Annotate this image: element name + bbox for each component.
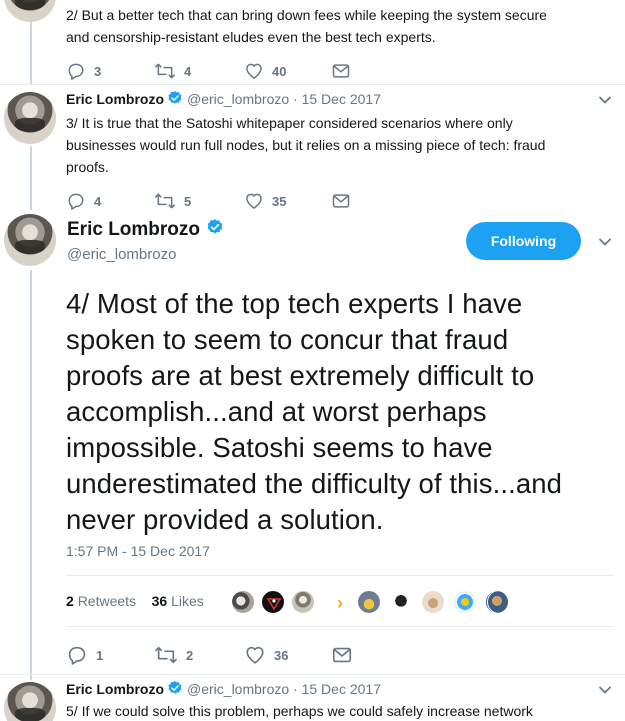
author-name[interactable]: Eric Lombrozo: [66, 681, 164, 697]
retweet-icon: [154, 191, 176, 211]
retweet-icon: [154, 61, 176, 81]
message-icon: [331, 61, 351, 81]
like-count: 36: [274, 647, 289, 663]
retweet-count: 4: [184, 63, 192, 79]
author-handle[interactable]: @eric_lombrozo: [67, 246, 176, 263]
tweet-actions: 1 2 36: [66, 645, 386, 665]
following-button[interactable]: Following: [466, 222, 581, 260]
tweet-text: 3/ It is true that the Satoshi whitepape…: [66, 115, 546, 175]
thread-line: [30, 146, 32, 210]
retweet-button[interactable]: 5: [154, 191, 191, 211]
retweet-count: 2: [186, 647, 194, 663]
liker-avatar[interactable]: [389, 590, 413, 614]
like-icon: [244, 191, 264, 211]
avatar[interactable]: [4, 682, 56, 721]
reply-count: 1: [96, 647, 104, 663]
like-button[interactable]: 36: [244, 645, 288, 665]
retweet-total-label[interactable]: Retweets: [78, 593, 136, 609]
chevron-down-icon[interactable]: [597, 92, 613, 108]
verified-icon: [167, 680, 183, 700]
like-button[interactable]: 35: [244, 191, 286, 211]
avatar[interactable]: [4, 214, 56, 266]
chevron-down-icon[interactable]: [597, 682, 613, 698]
tweet-stats: 2 Retweets 36 Likes: [66, 593, 204, 609]
liker-avatars: ›: [231, 590, 531, 616]
message-button[interactable]: [331, 61, 351, 81]
liker-avatar[interactable]: [291, 590, 315, 614]
divider: [0, 84, 625, 85]
reply-icon: [66, 191, 86, 211]
author-name[interactable]: Eric Lombrozo: [66, 91, 164, 107]
tweet-actions: 3 4 40: [66, 61, 386, 81]
retweet-count: 5: [184, 193, 192, 209]
handle-and-date: @eric_lombrozo · 15 Dec 2017: [187, 91, 381, 107]
tweet-text: 4/ Most of the top tech experts I have s…: [66, 288, 563, 535]
retweet-button[interactable]: 4: [154, 61, 191, 81]
tweet-header: Eric Lombrozo @eric_lombrozo · 15 Dec 201…: [66, 90, 381, 110]
message-icon: [331, 644, 353, 666]
liker-avatar[interactable]: [357, 590, 381, 614]
reply-icon: [66, 644, 88, 666]
chevron-right-icon: ›: [337, 593, 343, 613]
divider: [66, 626, 614, 627]
reply-button[interactable]: 1: [66, 645, 103, 665]
thread-line: [30, 270, 32, 680]
like-total-label[interactable]: Likes: [171, 593, 204, 609]
like-icon: [244, 644, 266, 666]
liker-avatar[interactable]: [453, 590, 477, 614]
verified-icon: [206, 218, 224, 243]
reply-count: 4: [94, 193, 102, 209]
reply-icon: [66, 61, 86, 81]
like-total[interactable]: 36: [152, 593, 168, 609]
liker-avatar[interactable]: [487, 590, 511, 614]
avatar[interactable]: [4, 0, 56, 22]
retweet-icon: [154, 644, 178, 666]
verified-icon: [167, 90, 183, 110]
like-count: 40: [272, 63, 287, 79]
liker-avatar[interactable]: [261, 590, 285, 614]
handle-and-date: @eric_lombrozo · 15 Dec 2017: [187, 681, 381, 697]
tweet-actions: 4 5 35: [66, 191, 386, 211]
like-count: 35: [272, 193, 287, 209]
like-button[interactable]: 40: [244, 61, 286, 81]
divider: [66, 575, 614, 576]
tweet-timestamp[interactable]: 1:57 PM - 15 Dec 2017: [66, 543, 210, 559]
chevron-down-icon[interactable]: [597, 234, 613, 250]
tweet-text: 2/ But a better tech that can bring down…: [66, 7, 547, 45]
reply-count: 3: [94, 63, 102, 79]
reply-button[interactable]: 4: [66, 191, 101, 211]
message-button[interactable]: [331, 191, 351, 211]
retweet-button[interactable]: 2: [154, 645, 193, 665]
like-icon: [244, 61, 264, 81]
retweet-total[interactable]: 2: [66, 593, 74, 609]
liker-avatar[interactable]: [231, 590, 255, 614]
tweet-header: Eric Lombrozo @eric_lombrozo · 15 Dec 201…: [66, 680, 381, 700]
liker-avatar[interactable]: [421, 590, 445, 614]
divider: [0, 674, 625, 675]
message-icon: [331, 191, 351, 211]
message-button[interactable]: [331, 645, 353, 665]
reply-button[interactable]: 3: [66, 61, 101, 81]
author-name[interactable]: Eric Lombrozo: [67, 218, 228, 243]
tweet-text: 5/ If we could solve this problem, perha…: [66, 703, 533, 719]
avatar[interactable]: [4, 92, 56, 144]
